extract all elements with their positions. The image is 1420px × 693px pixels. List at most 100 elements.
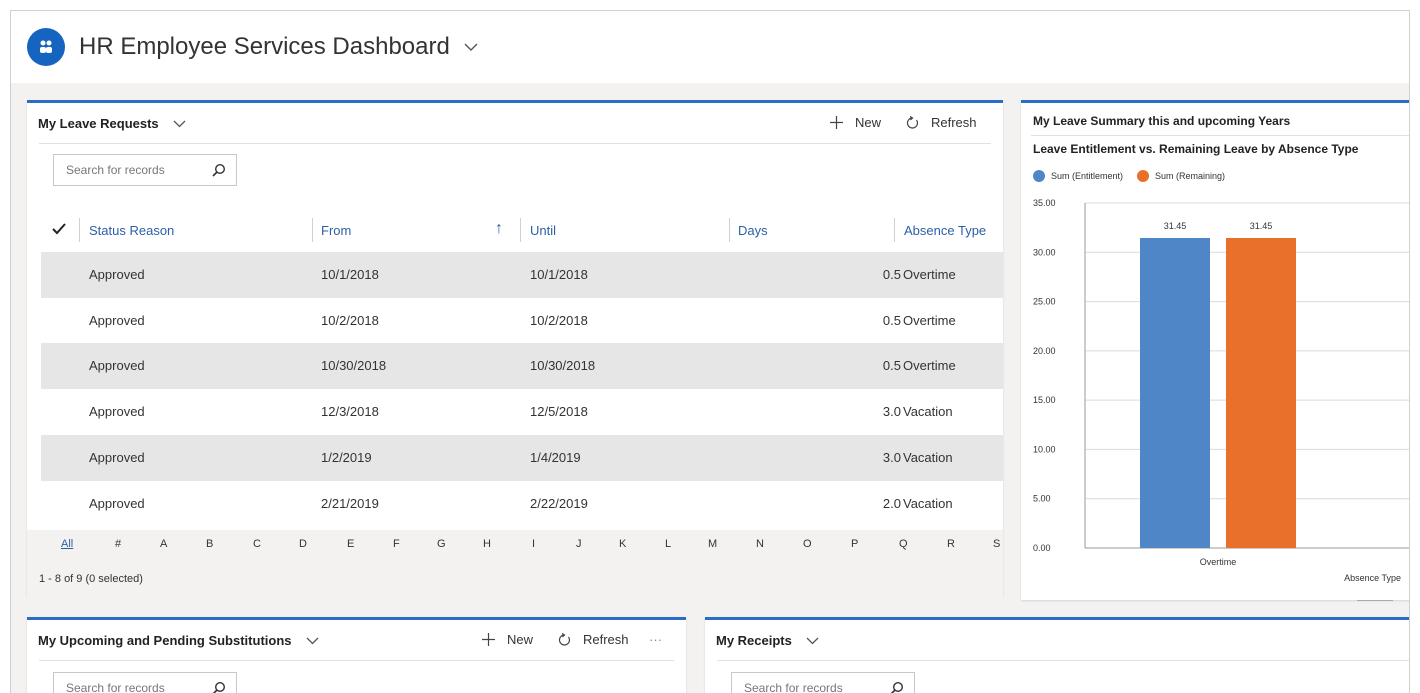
alpha-filter-item[interactable]: R	[947, 538, 955, 550]
bar-entitlement[interactable]	[1140, 237, 1210, 548]
cell-until: 10/30/2018	[530, 358, 596, 373]
alpha-filter-all[interactable]: All	[61, 538, 73, 550]
column-header-absence-type[interactable]: Absence Type	[904, 208, 986, 252]
y-tick-label: 30.00	[1033, 247, 1056, 257]
leave-requests-title[interactable]: My Leave Requests	[38, 116, 186, 131]
alpha-filter-item[interactable]: L	[665, 538, 671, 550]
data-label: 31.45	[1164, 221, 1187, 231]
substitutions-title[interactable]: My Upcoming and Pending Substitutions	[38, 633, 319, 648]
table-row[interactable]: Approved 1/2/2019 1/4/2019 3.0 Vacation	[41, 435, 1003, 481]
plus-icon	[482, 633, 495, 646]
legend-item-entitlement[interactable]: Sum (Entitlement)	[1033, 170, 1123, 182]
select-all-checkmark-icon[interactable]	[52, 222, 66, 240]
substitutions-title-label: My Upcoming and Pending Substitutions	[38, 633, 292, 648]
alpha-filter-item[interactable]: M	[708, 538, 717, 550]
y-tick-label: 25.00	[1033, 297, 1056, 307]
alpha-filter-item[interactable]: F	[393, 538, 400, 550]
alpha-filter-bar: All # A B C D E F G H I J K L M N O P Q …	[27, 530, 1003, 560]
chevron-down-icon[interactable]	[806, 637, 819, 645]
y-tick-label: 35.00	[1033, 198, 1056, 208]
column-header-label: Days	[738, 222, 768, 238]
search-icon[interactable]	[212, 681, 226, 693]
table-row[interactable]: Approved 10/2/2018 10/2/2018 0.5 Overtim…	[41, 298, 1003, 344]
table-row[interactable]: Approved 2/21/2019 2/22/2019 2.0 Vacatio…	[41, 481, 1003, 527]
alpha-filter-item[interactable]: #	[115, 538, 121, 550]
legend-item-remaining[interactable]: Sum (Remaining)	[1137, 170, 1225, 182]
chart-title: Leave Entitlement vs. Remaining Leave by…	[1033, 142, 1359, 156]
table-row[interactable]: Approved 10/30/2018 10/30/2018 0.5 Overt…	[41, 343, 1003, 389]
alpha-filter-item[interactable]: D	[299, 538, 307, 550]
substitutions-search-box[interactable]	[53, 672, 237, 693]
cell-from: 10/2/2018	[321, 313, 379, 328]
new-button[interactable]: New	[482, 632, 533, 647]
column-header-label: Absence Type	[904, 222, 987, 238]
alpha-filter-item[interactable]: A	[160, 538, 167, 550]
receipts-title[interactable]: My Receipts	[716, 633, 819, 648]
chevron-down-icon[interactable]	[464, 43, 478, 52]
alpha-filter-item[interactable]: N	[756, 538, 764, 550]
cell-status: Approved	[89, 313, 145, 328]
column-header-label: Until	[530, 222, 557, 238]
alpha-filter-item[interactable]: O	[803, 538, 812, 550]
more-commands-icon[interactable]: ···	[649, 632, 662, 647]
alpha-filter-item[interactable]: E	[347, 538, 354, 550]
cell-from: 1/2/2019	[321, 450, 372, 465]
cell-days: 3.0	[882, 450, 901, 465]
column-header-status-reason[interactable]: Status Reason	[89, 208, 174, 252]
search-icon[interactable]	[212, 163, 226, 182]
y-tick-label: 10.00	[1033, 444, 1056, 454]
leave-search-input[interactable]	[66, 163, 206, 177]
table-row[interactable]: Approved 10/1/2018 10/1/2018 0.5 Overtim…	[41, 252, 1003, 298]
column-separator	[312, 218, 313, 242]
leave-search-box[interactable]	[53, 154, 237, 186]
panel-divider	[39, 143, 991, 144]
alpha-filter-item[interactable]: J	[576, 538, 582, 550]
cell-days: 3.0	[882, 404, 901, 419]
column-header-until[interactable]: Until	[530, 208, 556, 252]
cell-absence-type: Vacation	[903, 496, 953, 511]
search-icon[interactable]	[890, 681, 904, 693]
alpha-filter-item[interactable]: P	[851, 538, 858, 550]
alpha-filter-item[interactable]: H	[483, 538, 491, 550]
leave-chart: 0.00 5.00 10.00 15.00 20.00 25.00 30.00 35.00 31…	[1033, 198, 1409, 583]
y-tick-label: 15.00	[1033, 395, 1056, 405]
leave-grid-header: Status Reason From ↑ Until Days Absence …	[27, 208, 1003, 252]
chevron-down-icon[interactable]	[173, 120, 186, 128]
x-tick-label: Overtime	[1200, 557, 1237, 567]
plus-icon	[830, 116, 843, 129]
sort-ascending-icon[interactable]: ↑	[495, 220, 503, 238]
cell-absence-type: Overtime	[903, 358, 956, 373]
receipts-panel: My Receipts	[705, 617, 1409, 693]
column-separator	[520, 218, 521, 242]
data-label: 31.45	[1250, 221, 1273, 231]
receipts-search-input[interactable]	[744, 681, 884, 693]
alpha-filter-item[interactable]: B	[206, 538, 213, 550]
new-button[interactable]: New	[830, 115, 881, 130]
substitutions-search-input[interactable]	[66, 681, 206, 693]
hr-people-icon	[27, 28, 65, 66]
panel-divider	[39, 660, 674, 661]
alpha-filter-item[interactable]: I	[532, 538, 535, 550]
cell-until: 12/5/2018	[530, 404, 588, 419]
leave-requests-panel: My Leave Requests New Refresh Search for…	[27, 100, 1003, 600]
cell-absence-type: Vacation	[903, 404, 953, 419]
refresh-button[interactable]: Refresh	[905, 115, 977, 130]
alpha-filter-item[interactable]: K	[619, 538, 626, 550]
alpha-filter-item[interactable]: S	[993, 538, 1000, 550]
refresh-button-label: Refresh	[931, 115, 977, 130]
alpha-filter-item[interactable]: G	[437, 538, 446, 550]
receipts-search-box[interactable]	[731, 672, 915, 693]
table-row[interactable]: Approved 12/3/2018 12/5/2018 3.0 Vacatio…	[41, 389, 1003, 435]
cell-status: Approved	[89, 450, 145, 465]
alpha-filter-item[interactable]: C	[253, 538, 261, 550]
bar-remaining[interactable]	[1226, 237, 1296, 548]
alpha-filter-item[interactable]: Q	[899, 538, 908, 550]
grid-footer: 1 - 8 of 9 (0 selected)	[27, 560, 1003, 600]
leave-summary-panel: My Leave Summary this and upcoming Years…	[1021, 100, 1409, 601]
refresh-icon	[557, 632, 571, 647]
column-header-from[interactable]: From	[321, 208, 351, 252]
chevron-down-icon[interactable]	[306, 637, 319, 645]
chart-legend: Sum (Entitlement) Sum (Remaining)	[1033, 170, 1239, 182]
refresh-button[interactable]: Refresh	[557, 632, 629, 647]
column-header-days[interactable]: Days	[738, 208, 768, 252]
